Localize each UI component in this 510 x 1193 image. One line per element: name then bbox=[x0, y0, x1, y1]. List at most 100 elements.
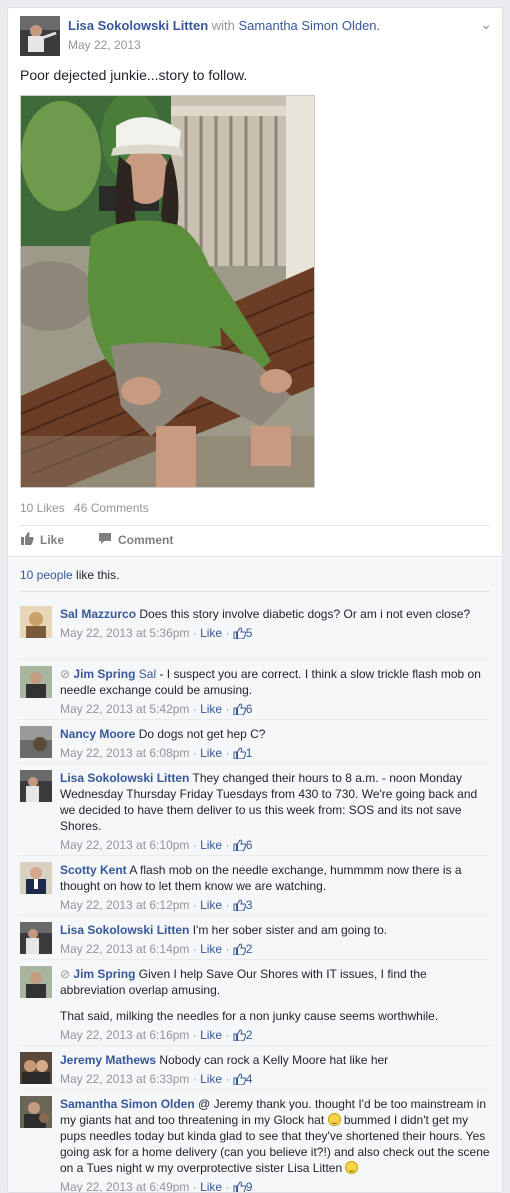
commenter-avatar[interactable] bbox=[20, 922, 52, 954]
mention-link[interactable]: Sal bbox=[139, 667, 156, 681]
separator: · bbox=[222, 838, 233, 852]
commenter-avatar[interactable] bbox=[20, 726, 52, 758]
divider bbox=[20, 763, 490, 764]
commenter-name[interactable]: Lisa Sokolowski Litten bbox=[60, 771, 189, 785]
commenter-avatar[interactable] bbox=[20, 606, 52, 638]
comment-body: Jeremy Mathews Nobody can rock a Kelly M… bbox=[60, 1052, 490, 1089]
commenter-name[interactable]: Scotty Kent bbox=[60, 863, 127, 877]
comment-body: Scotty Kent A flash mob on the needle ex… bbox=[60, 862, 490, 915]
divider bbox=[20, 959, 490, 960]
separator: · bbox=[222, 746, 233, 760]
commenter-name[interactable]: Jim Spring bbox=[73, 667, 135, 681]
comment-text: Do dogs not get hep C? bbox=[138, 727, 266, 741]
smiley-icon bbox=[327, 1113, 341, 1126]
separator: · bbox=[222, 1072, 233, 1086]
comment-time[interactable]: May 22, 2013 at 6:33pm bbox=[60, 1072, 189, 1086]
comment-like-link[interactable]: Like bbox=[200, 1072, 222, 1086]
comment-meta: May 22, 2013 at 6:14pm · Like · 2 bbox=[60, 941, 490, 959]
thumbs-up-icon bbox=[233, 1073, 246, 1089]
divider bbox=[20, 659, 490, 660]
comment-like-link[interactable]: Like bbox=[200, 1180, 222, 1192]
comment-like-count[interactable]: 9 bbox=[246, 1180, 253, 1192]
divider bbox=[20, 1089, 490, 1090]
separator: · bbox=[189, 1180, 201, 1193]
post-date[interactable]: May 22, 2013 bbox=[68, 38, 141, 52]
commenter-avatar[interactable] bbox=[20, 1096, 52, 1128]
commenter-name[interactable]: Nancy Moore bbox=[60, 727, 135, 741]
comment-text: Nobody can rock a Kelly Moore hat like h… bbox=[159, 1053, 389, 1067]
author-avatar[interactable] bbox=[20, 16, 60, 56]
comment-like-count[interactable]: 3 bbox=[246, 898, 253, 912]
commenter-name[interactable]: Jeremy Mathews bbox=[60, 1053, 156, 1067]
post-card: Lisa Sokolowski Litten with Samantha Sim… bbox=[7, 7, 503, 1193]
comment-time[interactable]: May 22, 2013 at 6:14pm bbox=[60, 942, 189, 956]
comment-meta: May 22, 2013 at 6:33pm · Like · 4 bbox=[60, 1071, 490, 1089]
comment-time[interactable]: May 22, 2013 at 6:12pm bbox=[60, 898, 189, 912]
author-name[interactable]: Lisa Sokolowski Litten bbox=[68, 18, 208, 33]
commenter-avatar[interactable] bbox=[20, 966, 52, 998]
comment-like-count[interactable]: 2 bbox=[246, 1028, 253, 1042]
separator: · bbox=[189, 838, 201, 852]
post-photo[interactable] bbox=[20, 95, 315, 488]
comment-body: Samantha Simon Olden @ Jeremy thank you.… bbox=[60, 1096, 490, 1193]
comment-like-count[interactable]: 4 bbox=[246, 1072, 253, 1086]
comment-like-count[interactable]: 2 bbox=[246, 942, 253, 956]
commenter-avatar[interactable] bbox=[20, 1052, 52, 1084]
comment-like-link[interactable]: Like bbox=[200, 626, 222, 640]
commenter-name[interactable]: Jim Spring bbox=[73, 967, 135, 981]
comment-like-link[interactable]: Like bbox=[200, 702, 222, 716]
likes-count[interactable]: 10 Likes bbox=[20, 501, 65, 515]
thumbs-up-icon bbox=[233, 839, 246, 855]
likers-link[interactable]: 10 people bbox=[20, 568, 73, 582]
comment-time[interactable]: May 22, 2013 at 5:36pm bbox=[60, 626, 189, 640]
comment-like-link[interactable]: Like bbox=[200, 1028, 222, 1042]
post-stats: 10 Likes 46 Comments bbox=[20, 501, 155, 515]
separator: · bbox=[189, 1028, 201, 1042]
comment-like-link[interactable]: Like bbox=[200, 898, 222, 912]
comment-like-count[interactable]: 1 bbox=[246, 746, 253, 760]
commenter-name[interactable]: Samantha Simon Olden bbox=[60, 1097, 195, 1111]
commenter-avatar[interactable] bbox=[20, 770, 52, 802]
comment-like-count[interactable]: 6 bbox=[246, 702, 253, 716]
comment-time[interactable]: May 22, 2013 at 6:16pm bbox=[60, 1028, 189, 1042]
post-header: Lisa Sokolowski Litten with Samantha Sim… bbox=[8, 8, 502, 60]
thumbs-up-icon bbox=[20, 532, 34, 548]
thumbs-up-icon bbox=[233, 747, 246, 763]
comments-count[interactable]: 46 Comments bbox=[74, 501, 149, 515]
comment-like-count[interactable]: 5 bbox=[246, 626, 253, 640]
commenter-name[interactable]: Lisa Sokolowski Litten bbox=[60, 923, 189, 937]
comment-like-count[interactable]: 6 bbox=[246, 838, 253, 852]
divider bbox=[20, 719, 490, 720]
thumbs-up-icon bbox=[233, 899, 246, 915]
separator: · bbox=[189, 898, 201, 912]
separator: · bbox=[222, 1180, 233, 1193]
comment-time[interactable]: May 22, 2013 at 6:10pm bbox=[60, 838, 189, 852]
separator: · bbox=[189, 702, 201, 716]
tagged-name[interactable]: Samantha Simon Olden. bbox=[239, 18, 381, 33]
comment-time[interactable]: May 22, 2013 at 6:08pm bbox=[60, 746, 189, 760]
comment-time[interactable]: May 22, 2013 at 5:42pm bbox=[60, 702, 189, 716]
comment-like-link[interactable]: Like bbox=[200, 942, 222, 956]
comment-meta: May 22, 2013 at 6:10pm · Like · 6 bbox=[60, 837, 490, 855]
post-text: Poor dejected junkie...story to follow. bbox=[20, 67, 248, 83]
comment-body: ⊘ Jim Spring Given I help Save Our Shore… bbox=[60, 966, 490, 1045]
thumbs-up-icon bbox=[233, 627, 246, 643]
comment-like-link[interactable]: Like bbox=[200, 838, 222, 852]
like-button[interactable]: Like bbox=[20, 532, 64, 548]
comment-like-link[interactable]: Like bbox=[200, 746, 222, 760]
with-text: with bbox=[211, 18, 235, 33]
commenter-name[interactable]: Sal Mazzurco bbox=[60, 607, 136, 621]
separator: · bbox=[222, 898, 233, 912]
reply-icon: ⊘ bbox=[60, 967, 71, 981]
commenter-avatar[interactable] bbox=[20, 666, 52, 698]
comment-body: Sal Mazzurco Does this story involve dia… bbox=[60, 606, 490, 643]
comment-meta: May 22, 2013 at 6:16pm · Like · 2 bbox=[60, 1027, 490, 1045]
comment-meta: May 22, 2013 at 6:08pm · Like · 1 bbox=[60, 745, 490, 763]
separator: · bbox=[189, 942, 201, 956]
chevron-down-icon[interactable]: ⌄ bbox=[480, 16, 492, 33]
divider bbox=[20, 591, 490, 592]
separator: · bbox=[189, 1072, 201, 1086]
divider bbox=[20, 525, 490, 526]
commenter-avatar[interactable] bbox=[20, 862, 52, 894]
comment-time[interactable]: May 22, 2013 at 6:49pm bbox=[60, 1180, 189, 1192]
